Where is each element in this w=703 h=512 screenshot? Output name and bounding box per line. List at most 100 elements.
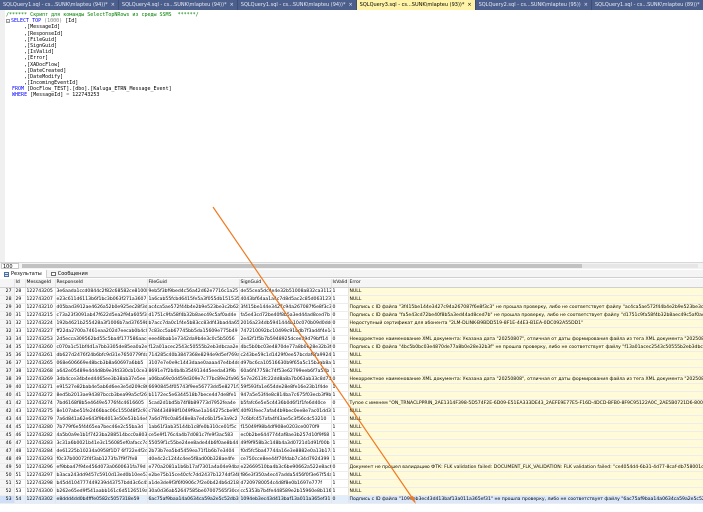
cell-fileguid[interactable]: d1751c9fa58f4b32b8aec49c5af0ad4e [147, 311, 240, 320]
cell-isvalid[interactable]: 1 [331, 383, 349, 392]
cell-signguid[interactable]: f0d5fc5ba47744a16e3e8882e0a13b17a5 [239, 447, 332, 456]
cell-error[interactable]: NULL [348, 455, 703, 464]
cell-responseid[interactable]: de61225b10234a0958f1D7 6f722e4f2d0 [55, 447, 148, 456]
cell-isvalid[interactable]: 1 [331, 487, 349, 496]
cell-fileguid[interactable]: f12a01acec2543c50555b2eb3dbcaa2e [147, 343, 240, 352]
cell-messageid[interactable]: 122743296 [25, 463, 56, 472]
cell-messageid[interactable]: 122743224 [25, 319, 56, 328]
row-number[interactable]: 37 [0, 367, 15, 376]
cell-fileguid[interactable]: b1172ec5e6344518b7bece4d7de8fe1 [147, 391, 240, 400]
cell-responseid[interactable]: 192b4621b255428a3f1006b7ad37659b5 [55, 319, 148, 328]
tab-document-0[interactable]: SQLQuery1.sql - cs...SUNK\mlapteu (94))*… [0, 0, 119, 10]
cell-error[interactable]: NULL [348, 359, 703, 368]
row-number[interactable]: 33 [0, 335, 15, 344]
cell-messageid[interactable]: 122743261 [25, 351, 56, 360]
cell-fileguid[interactable]: b7acc7da0c1f4e5b83cc83df43bad4a65 [147, 319, 240, 328]
cell-fileguid[interactable]: 9eb5f3bf9bed4c56a42d62e7716c1a25 [147, 287, 240, 296]
table-row[interactable]: 44 45 122743280 7b779f6e5f4465ea7bec46e2c55… [0, 423, 703, 432]
cell-error[interactable]: NULL [348, 415, 703, 424]
table-row[interactable]: 29 30 122743210 d05bad3912ae4626a52b0e925ec… [0, 303, 703, 312]
cell-fileguid[interactable]: 2b73b7ea5bd5459ea71f1b6b7e3404 [147, 447, 240, 456]
cell-messageid[interactable]: 122743298 [25, 479, 56, 488]
cell-id[interactable]: 41 [14, 391, 26, 400]
cell-signguid[interactable]: 5e7e2613fc22dd8a8a7b063ab33c8d734 [239, 375, 332, 384]
cell-isvalid[interactable]: 1 [331, 415, 349, 424]
cell-fileguid[interactable]: 5cad2d1bd5b74f8b89773d7952fea4e [147, 399, 240, 408]
table-row[interactable]: 53 54 122743302 e8ddd4dd0b4fffe0582c5057318… [0, 495, 703, 504]
cell-messageid[interactable]: 122743274 [25, 399, 56, 408]
row-number[interactable]: 39 [0, 383, 15, 392]
cell-messageid[interactable]: 122743284 [25, 447, 56, 456]
row-number[interactable]: 28 [0, 295, 15, 304]
cell-messageid[interactable]: 122743265 [25, 359, 56, 368]
cell-error[interactable]: NULL [348, 367, 703, 376]
cell-isvalid[interactable]: 1 [331, 295, 349, 304]
cell-signguid[interactable]: 49f9f958b3c148b4a3d0721d1d91f00b [239, 439, 332, 448]
cell-error[interactable]: NULL [348, 407, 703, 416]
cell-id[interactable]: 45 [14, 423, 26, 432]
tab-document-3[interactable]: SQLQuery3.sql - cs...SUNK\mlapteu (93))*… [356, 0, 476, 10]
cell-responseid[interactable]: 7b779f6e5f4465ea7bec46e2c55ba3d [55, 423, 148, 432]
cell-messageid[interactable]: 122743207 [25, 295, 56, 304]
cell-error[interactable]: NULL [348, 295, 703, 304]
cell-fileguid[interactable]: ce5e9f176c4a4b7d081c7fe9f3ac583 [147, 431, 240, 440]
cell-signguid[interactable]: 40f91feec7afa44b9bec0ee8e7ac01dd3d [239, 407, 332, 416]
cell-signguid[interactable]: ce750cce8ee44f70fdab7c34d7924399 [239, 455, 332, 464]
cell-fileguid[interactable]: a06ba69c0d459d309e7c77bc89e2fa96 [147, 375, 240, 384]
cell-messageid[interactable]: 122743283 [25, 439, 56, 448]
table-row[interactable]: 47 48 122743284 de61225b10234a0958f1D7 6f72… [0, 447, 703, 456]
cell-isvalid[interactable]: 0 [331, 343, 349, 352]
cell-id[interactable]: 46 [14, 431, 26, 440]
cell-id[interactable]: 50 [14, 463, 26, 472]
cell-signguid[interactable]: e22669510ba4b3c6be90662a522e8ac6 [239, 463, 332, 472]
row-number[interactable]: 45 [0, 431, 15, 440]
cell-isvalid[interactable]: 0 [331, 311, 349, 320]
table-row[interactable]: 37 38 122743268 a642e05489e4d4d8b9e3fd330cb… [0, 367, 703, 376]
cell-responseid[interactable]: 3e6aada1ccd0844c2f82c68582ce8100b [55, 287, 148, 296]
cell-signguid[interactable]: 1094eb3ec43d413baf13a011a365ef31 [239, 495, 332, 504]
table-row[interactable]: 32 33 122743227 ff22da2700a7461eaa202d7eeca… [0, 327, 703, 336]
cell-responseid[interactable]: c070a1c51bf4d1a7bb3305de85ea0a2e00 [55, 343, 148, 352]
table-row[interactable]: 36 37 122743265 068e606669e48bcb3b8a60697a6… [0, 359, 703, 368]
cell-messageid[interactable]: 122743260 [25, 343, 56, 352]
row-number[interactable]: 27 [0, 287, 15, 296]
cell-fileguid[interactable]: c784434898f1049f9ae1a164275cbe9f0 [147, 407, 240, 416]
cell-responseid[interactable]: 068e606669e48bcb3b8a60697a6bb5 [55, 359, 148, 368]
results-grid[interactable]: Id MessageId ResponseId FileGuid SignGuid IsV… [0, 279, 703, 512]
cell-signguid[interactable]: 3f415be144e3427c94a267087f6e8f3c3 [239, 303, 332, 312]
cell-id[interactable]: 43 [14, 407, 26, 416]
cell-isvalid[interactable]: 1 [331, 455, 349, 464]
cell-isvalid[interactable]: 1 [331, 439, 349, 448]
row-number[interactable]: 49 [0, 463, 15, 472]
cell-isvalid[interactable]: 1 [331, 471, 349, 480]
cell-responseid[interactable]: c73a23f3091ab47f622d5ea2f94a605f312262 [55, 311, 148, 320]
table-row[interactable]: 51 52 122743298 b45d4104777449239d43757bdd3… [0, 479, 703, 488]
horizontal-scrollbar[interactable] [22, 264, 698, 268]
table-row[interactable]: 34 35 122743260 c070a1c51bf4d1a7bb3305de85e… [0, 343, 703, 352]
table-row[interactable]: 40 41 122743272 8ed5b2013ae94387bccb3bea99a… [0, 391, 703, 400]
cell-id[interactable]: 51 [14, 471, 26, 480]
scrollbar-thumb[interactable] [22, 264, 582, 268]
tab-close-icon[interactable]: × [584, 2, 588, 8]
cell-responseid[interactable]: 8ed5b2013ae94387bccb3bea99a5cf26e [55, 391, 148, 400]
cell-error[interactable]: NULL [348, 471, 703, 480]
cell-responseid[interactable]: b3aca243dd9457c5910d13ed0b10ee53 [55, 471, 148, 480]
tab-close-icon[interactable]: × [467, 2, 471, 8]
table-row[interactable]: 48 49 122743293 f0c37b00072f4f3ab1273fa7f9f… [0, 455, 703, 464]
cell-isvalid[interactable]: 1 [331, 327, 349, 336]
cell-signguid[interactable]: d7209780054c4d8f8e0b1697e777f [239, 479, 332, 488]
cell-id[interactable]: 48 [14, 447, 26, 456]
cell-error[interactable]: NULL [348, 487, 703, 496]
cell-responseid[interactable]: a642e05489e4d4d8b9e3fd330cb10ce3 [55, 367, 148, 376]
cell-signguid[interactable]: 59f593fa1e654de28e8fe16e23b1f4de [239, 383, 332, 392]
cell-responseid[interactable]: ef9bba47f94e456d073a0600631fa79d [55, 463, 148, 472]
cell-messageid[interactable]: 122743279 [25, 415, 56, 424]
table-row[interactable]: 39 40 122743271 e91527e82bab4e5ab6d6ee3e5d2… [0, 383, 703, 392]
cell-id[interactable]: 54 [14, 495, 26, 504]
cell-id[interactable]: 44 [14, 415, 26, 424]
tab-messages[interactable]: Сообщения [47, 270, 92, 278]
row-number[interactable]: 36 [0, 359, 15, 368]
cell-id[interactable]: 33 [14, 327, 26, 336]
cell-messageid[interactable]: 122743300 [25, 487, 56, 496]
cell-responseid[interactable]: db627d2476f24b6bfc9d31e7650779fdac [55, 351, 148, 360]
